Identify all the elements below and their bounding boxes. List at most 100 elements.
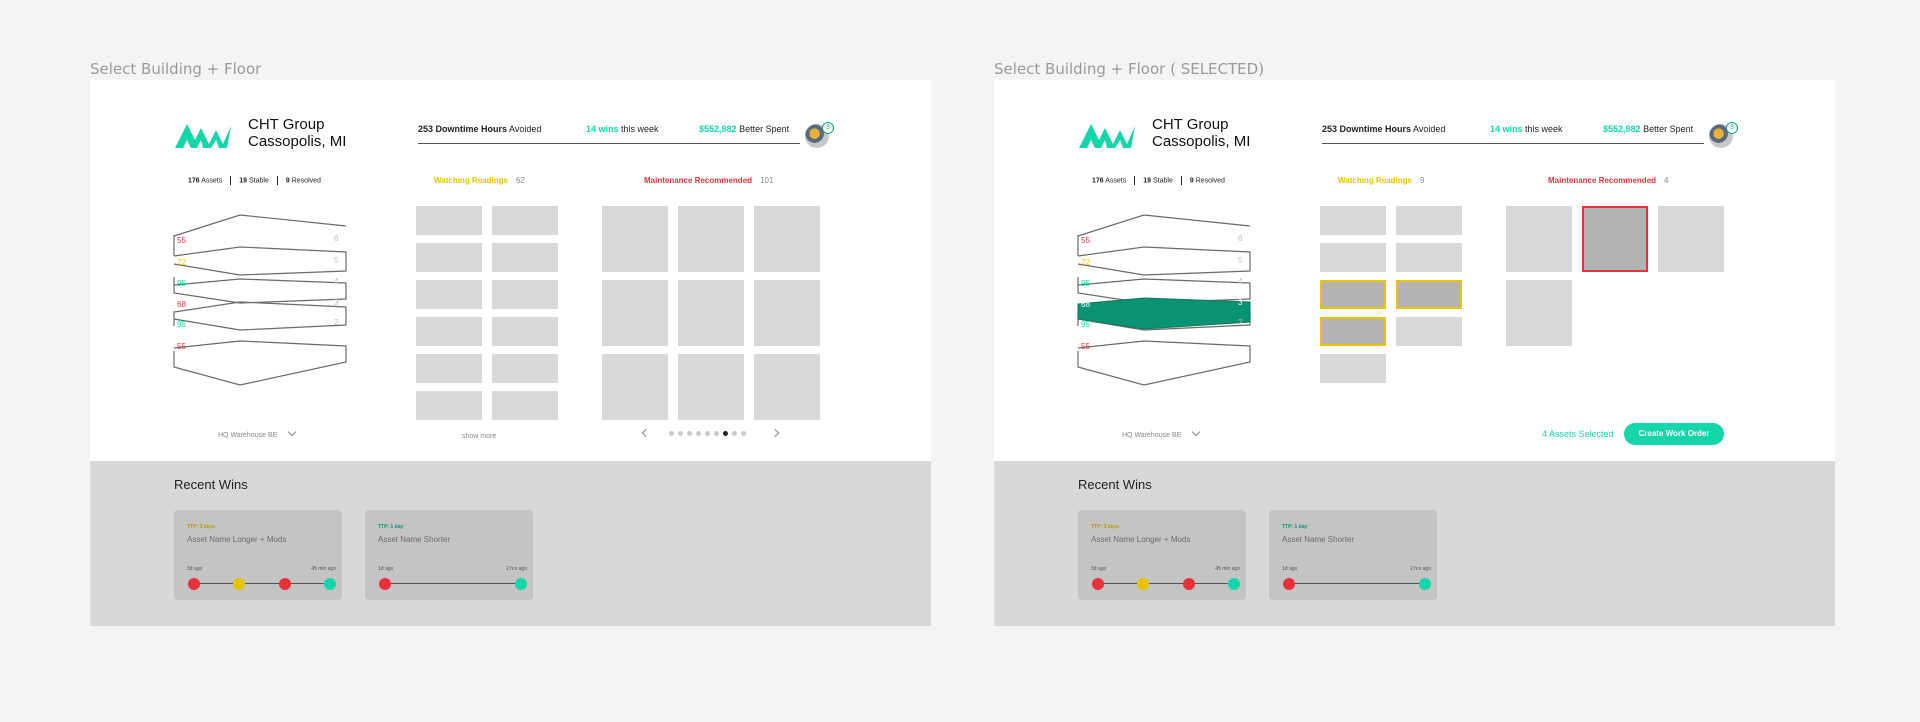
- watching-label: Watching Readings: [1338, 176, 1412, 185]
- maintenance-asset-tile[interactable]: [678, 354, 744, 420]
- building-select[interactable]: HQ Warehouse BE: [218, 427, 297, 439]
- timeline-event-dot[interactable]: [1182, 578, 1195, 590]
- watching-asset-tile[interactable]: [1320, 243, 1386, 272]
- maintenance-asset-tile[interactable]: [678, 280, 744, 346]
- maintenance-asset-tile[interactable]: [602, 280, 668, 346]
- watching-label: Watching Readings: [434, 176, 508, 185]
- watching-asset-tile[interactable]: [416, 317, 482, 346]
- watching-asset-tile[interactable]: [1320, 354, 1386, 383]
- chevron-right-icon[interactable]: [770, 428, 780, 438]
- watching-asset-tile[interactable]: [492, 354, 558, 383]
- page-dot[interactable]: [714, 431, 719, 436]
- maintenance-asset-tile[interactable]: [1506, 206, 1572, 272]
- watching-asset-tile[interactable]: [1320, 317, 1386, 346]
- page-dot[interactable]: [696, 431, 701, 436]
- page-dot[interactable]: [687, 431, 692, 436]
- floor-score: 72: [177, 258, 186, 267]
- maintenance-asset-tile[interactable]: [678, 206, 744, 272]
- watching-asset-tile[interactable]: [492, 317, 558, 346]
- timeline-event-dot[interactable]: [324, 578, 336, 590]
- watching-asset-tile[interactable]: [416, 391, 482, 420]
- page-dot[interactable]: [678, 431, 683, 436]
- show-more-link[interactable]: show more: [462, 433, 496, 440]
- watching-asset-tile[interactable]: [492, 280, 558, 309]
- timeline-event-dot[interactable]: [278, 578, 291, 590]
- page-dot[interactable]: [741, 431, 746, 436]
- page-dot[interactable]: [669, 431, 674, 436]
- win-card[interactable]: TTP: 3 days Asset Name Longer + Mods 3d ag…: [174, 510, 342, 600]
- maintenance-asset-tile[interactable]: [1582, 206, 1648, 272]
- maintenance-label: Maintenance Recommended: [644, 176, 753, 185]
- watching-asset-tile[interactable]: [416, 280, 482, 309]
- building-floor-stack[interactable]: 55 6 72 5 95 4 68 3 95 2 55: [1077, 214, 1251, 390]
- watching-asset-tile[interactable]: [416, 354, 482, 383]
- timeline-event-dot[interactable]: [188, 578, 200, 590]
- timeline-event-dot[interactable]: [1419, 578, 1431, 590]
- building-select-value: HQ Warehouse BE: [1122, 432, 1182, 439]
- timeline-event-dot[interactable]: [1283, 578, 1295, 590]
- kpi-bar: 253 Downtime Hours Avoided 14 wins this …: [1322, 122, 1704, 144]
- floor-band[interactable]: [173, 214, 347, 237]
- selected-floor-band[interactable]: [1077, 297, 1251, 330]
- floor-band[interactable]: [1077, 340, 1251, 386]
- watching-asset-tile[interactable]: [492, 391, 558, 420]
- watching-asset-tile[interactable]: [1320, 280, 1386, 309]
- win-card[interactable]: TTP: 1 day Asset Name Shorter 1d ago 2 hrs …: [365, 510, 533, 600]
- watching-asset-tile[interactable]: [416, 243, 482, 272]
- win-card[interactable]: TTP: 1 day Asset Name Shorter 1d ago 2 hrs …: [1269, 510, 1437, 600]
- timeline-event-dot[interactable]: [1092, 578, 1104, 590]
- maintenance-asset-tile[interactable]: [1506, 280, 1572, 346]
- floor-band[interactable]: [173, 340, 347, 386]
- resolved-count: 9: [1189, 177, 1194, 185]
- ttp-label: TTP: 1 day: [378, 524, 404, 530]
- watching-asset-tile[interactable]: [492, 206, 558, 235]
- notification-badge[interactable]: 3: [1726, 122, 1738, 134]
- maintenance-asset-tile[interactable]: [602, 354, 668, 420]
- watching-asset-tile[interactable]: [1320, 206, 1386, 235]
- downtime-hours: 253 Downtime Hours: [1322, 124, 1412, 134]
- timeline-end: 45 min ago: [311, 566, 336, 572]
- stable-label: Stable: [249, 177, 269, 185]
- page-dot[interactable]: [723, 431, 728, 436]
- maintenance-count: 4: [1664, 176, 1669, 185]
- maintenance-asset-tile[interactable]: [754, 280, 820, 346]
- floor-number: 4: [334, 277, 339, 286]
- assets-count: 176: [1092, 177, 1104, 185]
- maintenance-label: Maintenance Recommended: [1548, 176, 1657, 185]
- floor-band[interactable]: [1077, 214, 1251, 237]
- watching-asset-tile[interactable]: [1396, 317, 1462, 346]
- watching-asset-tile[interactable]: [1396, 206, 1462, 235]
- maintenance-asset-tile[interactable]: [602, 206, 668, 272]
- floor-band[interactable]: [1077, 246, 1251, 276]
- maintenance-asset-tile[interactable]: [1658, 206, 1724, 272]
- maintenance-asset-tile[interactable]: [754, 206, 820, 272]
- watching-asset-tile[interactable]: [1396, 280, 1462, 309]
- assets-count: 176: [188, 177, 200, 185]
- win-card[interactable]: TTP: 3 days Asset Name Longer + Mods 3d ag…: [1078, 510, 1246, 600]
- company-info: CHT Group Cassopolis, MI: [248, 116, 346, 150]
- notification-badge[interactable]: 3: [822, 122, 834, 134]
- floor-band[interactable]: [173, 246, 347, 276]
- page-dot[interactable]: [732, 431, 737, 436]
- floor-number: 5: [334, 256, 339, 265]
- resolved-label: Resolved: [291, 177, 321, 185]
- pagination[interactable]: [641, 428, 780, 440]
- chevron-left-icon[interactable]: [641, 428, 651, 438]
- building-floor-stack[interactable]: 55 6 72 5 95 4 68 3 95 2 55: [173, 214, 347, 390]
- create-work-order-button[interactable]: Create Work Order: [1624, 423, 1724, 445]
- floor-band[interactable]: [173, 277, 347, 304]
- watching-asset-tile[interactable]: [1396, 243, 1462, 272]
- watching-asset-tile[interactable]: [416, 206, 482, 235]
- maintenance-asset-tile[interactable]: [754, 354, 820, 420]
- floor-band[interactable]: [173, 301, 347, 331]
- timeline-event-dot[interactable]: [379, 578, 391, 590]
- kpi-bar: 253 Downtime Hours Avoided 14 wins this …: [418, 122, 800, 144]
- timeline-event-dot[interactable]: [233, 578, 246, 590]
- page-dot[interactable]: [705, 431, 710, 436]
- timeline-event-dot[interactable]: [1137, 578, 1150, 590]
- building-select[interactable]: HQ Warehouse BE: [1122, 427, 1201, 439]
- resolved-label: Resolved: [1195, 177, 1225, 185]
- timeline-event-dot[interactable]: [515, 578, 527, 590]
- timeline-event-dot[interactable]: [1228, 578, 1240, 590]
- watching-asset-tile[interactable]: [492, 243, 558, 272]
